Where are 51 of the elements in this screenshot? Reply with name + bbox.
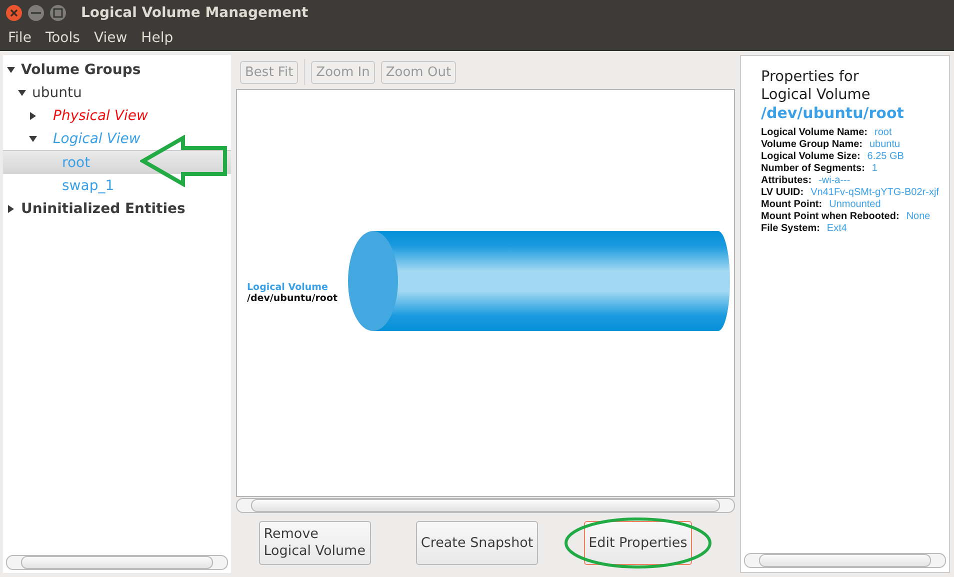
property-value: -wi-a--- [818, 175, 850, 188]
property-label: Volume Group Name: [761, 139, 862, 152]
cylinder-drawing[interactable] [348, 230, 732, 332]
property-label: Attributes: [761, 175, 812, 188]
property-label: LV UUID: [761, 187, 804, 200]
property-value: 6.25 GB [867, 151, 904, 164]
property-value: Vn41Fv-qSMt-gYTG-B02r-xjf [810, 187, 939, 200]
menu-item[interactable]: Tools [38, 30, 87, 46]
property-value: root [874, 127, 892, 140]
expander-icon[interactable] [7, 204, 15, 212]
action-button[interactable]: Edit Properties [584, 521, 692, 565]
property-label: Mount Point when Rebooted: [761, 211, 900, 224]
volume-path-label: /dev/ubuntu/root [247, 293, 338, 304]
horizontal-scrollbar[interactable] [236, 498, 735, 513]
property-value: None [906, 211, 930, 224]
tree-label: Physical View [53, 108, 148, 124]
property-label: File System: [761, 223, 820, 236]
tree-item[interactable]: ubuntu [3, 81, 231, 104]
tree-label: swap_1 [62, 178, 114, 194]
property-label: Logical Volume Name: [761, 127, 868, 140]
property-label: Mount Point: [761, 199, 822, 212]
action-button[interactable]: Create Snapshot [416, 521, 538, 565]
properties-title: Properties for Logical Volume [761, 68, 872, 104]
menu-item[interactable]: File [1, 30, 38, 46]
action-button[interactable]: Remove Logical Volume [258, 521, 371, 565]
expander-icon[interactable] [29, 134, 37, 142]
property-value: 1 [872, 163, 878, 176]
tree-label: Uninitialized Entities [21, 200, 186, 216]
expander-icon[interactable] [29, 112, 37, 120]
tree-item[interactable]: Volume Groups [3, 58, 231, 81]
properties-path: /dev/ubuntu/root [761, 104, 905, 122]
expander-icon[interactable] [7, 66, 15, 74]
property-value: Unmounted [829, 199, 881, 212]
tree-label: root [62, 154, 90, 170]
property-value: Ext4 [826, 223, 847, 236]
window-title: Logical Volume Management [81, 4, 308, 20]
tree-item[interactable]: Uninitialized Entities [3, 197, 231, 220]
property-label: Logical Volume Size: [761, 151, 860, 164]
window-controls-icon[interactable] [5, 4, 67, 22]
tree-label: Volume Groups [21, 62, 141, 78]
tree-label: Logical View [53, 130, 140, 146]
menu-item[interactable]: Help [134, 30, 180, 46]
volume-kind-label: Logical Volume [247, 282, 329, 293]
expander-icon[interactable] [18, 88, 26, 96]
tree-item[interactable]: Physical View [3, 104, 231, 127]
tree-label: ubuntu [32, 84, 82, 100]
property-label: Number of Segments: [761, 163, 865, 176]
property-value: ubuntu [870, 139, 900, 152]
menu-item[interactable]: View [86, 30, 134, 46]
horizontal-scrollbar[interactable] [6, 555, 228, 570]
horizontal-scrollbar[interactable] [744, 553, 946, 568]
